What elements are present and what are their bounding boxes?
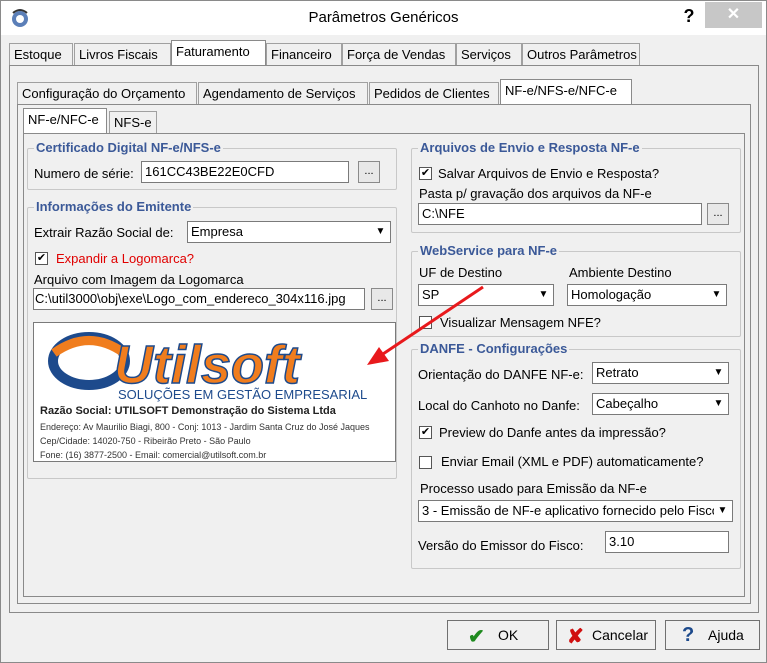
extract-select[interactable]: Empresa ▼ xyxy=(187,221,391,243)
logo-brand: Utilsoft xyxy=(114,335,302,395)
extract-value: Empresa xyxy=(191,224,244,239)
logo-cep: Cep/Cidade: 14020-750 - Ribeirão Preto -… xyxy=(40,436,251,446)
inner-tabs: NF-e/NFC-e NFS-e xyxy=(23,108,173,133)
preview-checkbox[interactable]: ✔ xyxy=(419,426,432,439)
serial-label: Numero de série: xyxy=(34,166,134,181)
tab-servicos[interactable]: Serviços xyxy=(456,43,522,65)
orient-select[interactable]: Retrato ▼ xyxy=(592,362,729,384)
logo-razao: Razão Social: UTILSOFT Demonstração do S… xyxy=(40,405,336,417)
close-button[interactable]: ✕ xyxy=(705,2,762,28)
help-label: Ajuda xyxy=(708,627,744,643)
canhoto-select[interactable]: Cabeçalho ▼ xyxy=(592,393,729,415)
tab-financeiro[interactable]: Financeiro xyxy=(266,43,342,65)
cancel-label: Cancelar xyxy=(592,627,649,643)
title-bar: Parâmetros Genéricos ? ✕ xyxy=(1,1,766,35)
emitente-title: Informações do Emitente xyxy=(34,199,194,214)
expand-checkbox[interactable]: ✔ xyxy=(35,252,48,265)
help-icon: ? xyxy=(682,624,695,646)
cert-title: Certificado Digital NF-e/NFS-e xyxy=(34,140,223,155)
logo-endereco: Endereço: Av Maurilio Biagi, 800 - Conj:… xyxy=(40,422,370,432)
logo-tagline: SOLUÇÕES EM GESTÃO EMPRESARIAL xyxy=(118,387,367,402)
arquivos-title: Arquivos de Envio e Resposta NF-e xyxy=(418,140,642,155)
ambiente-select[interactable]: Homologação ▼ xyxy=(567,284,727,306)
folder-browse-button[interactable]: ... xyxy=(707,203,729,225)
tab-livros-fiscais[interactable]: Livros Fiscais xyxy=(74,43,171,65)
check-icon: ✔ xyxy=(468,626,485,648)
process-value: 3 - Emissão de NF-e aplicativo fornecido… xyxy=(422,503,719,518)
folder-label: Pasta p/ gravação dos arquivos da NF-e xyxy=(419,186,652,201)
logo-preview: Utilsoft SOLUÇÕES EM GESTÃO EMPRESARIAL … xyxy=(33,322,396,462)
webservice-title: WebService para NF-e xyxy=(418,243,560,258)
save-files-label: Salvar Arquivos de Envio e Resposta? xyxy=(438,166,660,181)
folder-input[interactable]: C:\NFE xyxy=(418,203,702,225)
ok-button[interactable]: ✔ OK xyxy=(447,620,549,650)
help-button[interactable]: ? Ajuda xyxy=(665,620,760,650)
chevron-down-icon: ▼ xyxy=(710,364,727,382)
canhoto-value: Cabeçalho xyxy=(596,396,659,411)
tab-estoque[interactable]: Estoque xyxy=(9,43,73,65)
file-input[interactable]: C:\util3000\obj\exe\Logo_com_endereco_30… xyxy=(33,288,365,310)
orient-value: Retrato xyxy=(596,365,639,380)
file-label: Arquivo com Imagem da Logomarca xyxy=(34,272,244,287)
tab-nfe-nfce[interactable]: NF-e/NFC-e xyxy=(23,108,107,133)
process-label: Processo usado para Emissão da NF-e xyxy=(420,481,647,496)
tab-nfse[interactable]: NFS-e xyxy=(109,111,157,133)
window-title: Parâmetros Genéricos xyxy=(308,9,459,26)
ambiente-value: Homologação xyxy=(571,287,652,302)
annotation-arrow-icon xyxy=(367,285,484,365)
chevron-down-icon: ▼ xyxy=(714,502,731,520)
main-tabs: Estoque Livros Fiscais Faturamento Finan… xyxy=(9,40,759,65)
tab-nfe-nfse-nfce[interactable]: NF-e/NFS-e/NFC-e xyxy=(500,79,632,104)
tab-pedidos-clientes[interactable]: Pedidos de Clientes xyxy=(369,82,499,104)
tab-configuracao-orcamento[interactable]: Configuração do Orçamento xyxy=(17,82,197,104)
tab-faturamento[interactable]: Faturamento xyxy=(171,40,266,65)
process-select[interactable]: 3 - Emissão de NF-e aplicativo fornecido… xyxy=(418,500,733,522)
ambiente-label: Ambiente Destino xyxy=(569,265,672,280)
chevron-down-icon: ▼ xyxy=(710,395,727,413)
cancel-button[interactable]: ✘ Cancelar xyxy=(556,620,656,650)
tab-outros-parametros[interactable]: Outros Parâmetros xyxy=(522,43,640,65)
dialog-window: Parâmetros Genéricos ? ✕ Estoque Livros … xyxy=(0,0,767,663)
canhoto-label: Local do Canhoto no Danfe: xyxy=(418,398,580,413)
chevron-down-icon: ▼ xyxy=(372,223,389,241)
help-title-button[interactable]: ? xyxy=(675,4,703,28)
version-label: Versão do Emissor do Fisco: xyxy=(418,538,584,553)
chevron-down-icon: ▼ xyxy=(535,286,552,304)
tab-forca-de-vendas[interactable]: Força de Vendas xyxy=(342,43,456,65)
version-input[interactable]: 3.10 xyxy=(605,531,729,553)
extract-label: Extrair Razão Social de: xyxy=(34,225,174,240)
tab-agendamento-servicos[interactable]: Agendamento de Serviços xyxy=(198,82,368,104)
expand-label: Expandir a Logomarca? xyxy=(56,251,195,266)
preview-label: Preview do Danfe antes da impressão? xyxy=(439,425,666,440)
email-checkbox[interactable] xyxy=(419,456,432,469)
email-label: Enviar Email (XML e PDF) automaticamente… xyxy=(441,454,704,469)
sub-tabs: Configuração do Orçamento Agendamento de… xyxy=(17,79,637,104)
utilsoft-logo: Utilsoft SOLUÇÕES EM GESTÃO EMPRESARIAL xyxy=(48,332,367,402)
ok-label: OK xyxy=(498,627,519,643)
chevron-down-icon: ▼ xyxy=(708,286,725,304)
logo-fone: Fone: (16) 3877-2500 - Email: comercial@… xyxy=(40,450,267,460)
serial-browse-button[interactable]: ... xyxy=(358,161,380,183)
cross-icon: ✘ xyxy=(567,626,584,648)
serial-input[interactable]: 161CC43BE22E0CFD xyxy=(141,161,349,183)
save-files-checkbox[interactable]: ✔ xyxy=(419,167,432,180)
